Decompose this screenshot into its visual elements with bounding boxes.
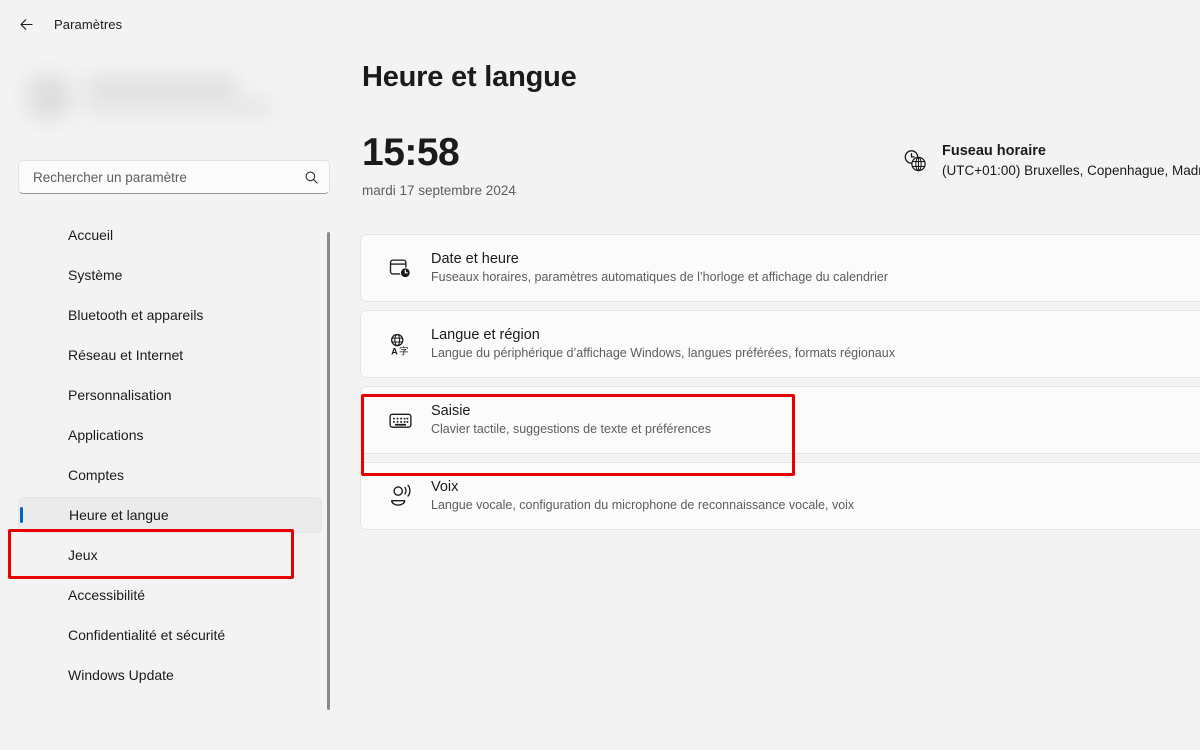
language-translate-icon: A 字 [383, 332, 417, 357]
sidebar-item-bluetooth[interactable]: Bluetooth et appareils [18, 297, 322, 333]
sidebar-item-label: Accueil [68, 227, 114, 243]
sidebar-item-confidentialite[interactable]: Confidentialité et sécurité [18, 617, 322, 653]
window-title: Paramètres [54, 16, 123, 32]
card-subtitle: Fuseaux horaires, paramètres automatique… [431, 270, 888, 285]
card-text: Saisie Clavier tactile, suggestions de t… [431, 402, 711, 438]
sidebar-nav: Accueil Système Bluetooth et appareils R… [0, 213, 340, 750]
sidebar-item-label: Accessibilité [68, 587, 146, 603]
sidebar-item-label: Comptes [68, 467, 125, 483]
back-button[interactable] [10, 8, 42, 40]
clock-globe-icon [902, 148, 928, 179]
current-time: 15:58 [362, 131, 460, 174]
search-icon[interactable] [304, 170, 319, 185]
sidebar-item-heure-et-langue[interactable]: Heure et langue [18, 497, 322, 533]
card-text: Date et heure Fuseaux horaires, paramètr… [431, 250, 888, 286]
card-text: Langue et région Langue du périphérique … [431, 326, 895, 362]
timezone-block: Fuseau horaire (UTC+01:00) Bruxelles, Co… [902, 143, 1200, 179]
settings-card-date-et-heure[interactable]: Date et heure Fuseaux horaires, paramètr… [360, 234, 1200, 302]
sidebar-item-accessibilite[interactable]: Accessibilité [18, 577, 322, 613]
profile-name-redacted [86, 78, 236, 93]
back-arrow-icon [19, 18, 33, 30]
settings-card-langue-et-region[interactable]: A 字 Langue et région Langue du périphéri… [360, 310, 1200, 378]
current-date: mardi 17 septembre 2024 [362, 183, 516, 198]
card-text: Voix Langue vocale, configuration du mic… [431, 478, 854, 514]
sidebar-item-label: Jeux [68, 547, 98, 563]
page-title: Heure et langue [362, 61, 577, 93]
sidebar-item-label: Personnalisation [68, 387, 172, 403]
search-input[interactable] [33, 169, 304, 185]
card-title: Voix [431, 479, 459, 496]
settings-window: Paramètres Accueil Système Bluetooth et … [0, 0, 1200, 750]
calendar-clock-icon [383, 256, 417, 281]
card-title: Langue et région [431, 327, 540, 344]
timezone-title: Fuseau horaire [942, 143, 1046, 159]
sidebar-item-windows-update[interactable]: Windows Update [18, 657, 322, 693]
avatar [26, 74, 72, 120]
sidebar-item-systeme[interactable]: Système [18, 257, 322, 293]
clock-block: 15:58 mardi 17 septembre 2024 [362, 133, 516, 198]
card-subtitle: Clavier tactile, suggestions de texte et… [431, 422, 712, 437]
sidebar-item-label: Confidentialité et sécurité [68, 627, 226, 643]
settings-card-list: Date et heure Fuseaux horaires, paramètr… [360, 234, 1200, 538]
settings-card-saisie[interactable]: Saisie Clavier tactile, suggestions de t… [360, 386, 1200, 454]
search-box[interactable] [18, 160, 330, 194]
card-title: Date et heure [431, 251, 519, 268]
sidebar-item-personnalisation[interactable]: Personnalisation [18, 377, 322, 413]
titlebar: Paramètres [0, 0, 1200, 48]
sidebar-item-label: Bluetooth et appareils [68, 307, 204, 323]
sidebar-item-reseau[interactable]: Réseau et Internet [18, 337, 322, 373]
sidebar-item-label: Heure et langue [69, 507, 169, 523]
main-content: Heure et langue 15:58 mardi 17 septembre… [340, 48, 1200, 750]
card-subtitle: Langue vocale, configuration du micropho… [431, 498, 855, 513]
sidebar: Accueil Système Bluetooth et appareils R… [0, 48, 340, 750]
sidebar-item-applications[interactable]: Applications [18, 417, 322, 453]
keyboard-icon [383, 408, 417, 433]
svg-text:A: A [391, 346, 398, 356]
card-title: Saisie [431, 403, 471, 420]
timezone-value: (UTC+01:00) Bruxelles, Copenhague, Madr [942, 163, 1200, 178]
sidebar-item-jeux[interactable]: Jeux [18, 537, 322, 573]
settings-card-voix[interactable]: Voix Langue vocale, configuration du mic… [360, 462, 1200, 530]
profile-email-redacted [86, 100, 272, 113]
user-profile-blurred[interactable] [22, 52, 284, 140]
sidebar-item-label: Système [68, 267, 123, 283]
sidebar-item-label: Windows Update [68, 667, 174, 683]
svg-text:字: 字 [398, 345, 408, 357]
sidebar-item-accueil[interactable]: Accueil [18, 217, 322, 253]
card-subtitle: Langue du périphérique d’affichage Windo… [431, 346, 895, 361]
sidebar-item-comptes[interactable]: Comptes [18, 457, 322, 493]
sidebar-item-label: Applications [68, 427, 144, 443]
speech-voice-icon [383, 483, 417, 509]
sidebar-scrollbar[interactable] [327, 232, 330, 710]
sidebar-item-label: Réseau et Internet [68, 347, 184, 363]
